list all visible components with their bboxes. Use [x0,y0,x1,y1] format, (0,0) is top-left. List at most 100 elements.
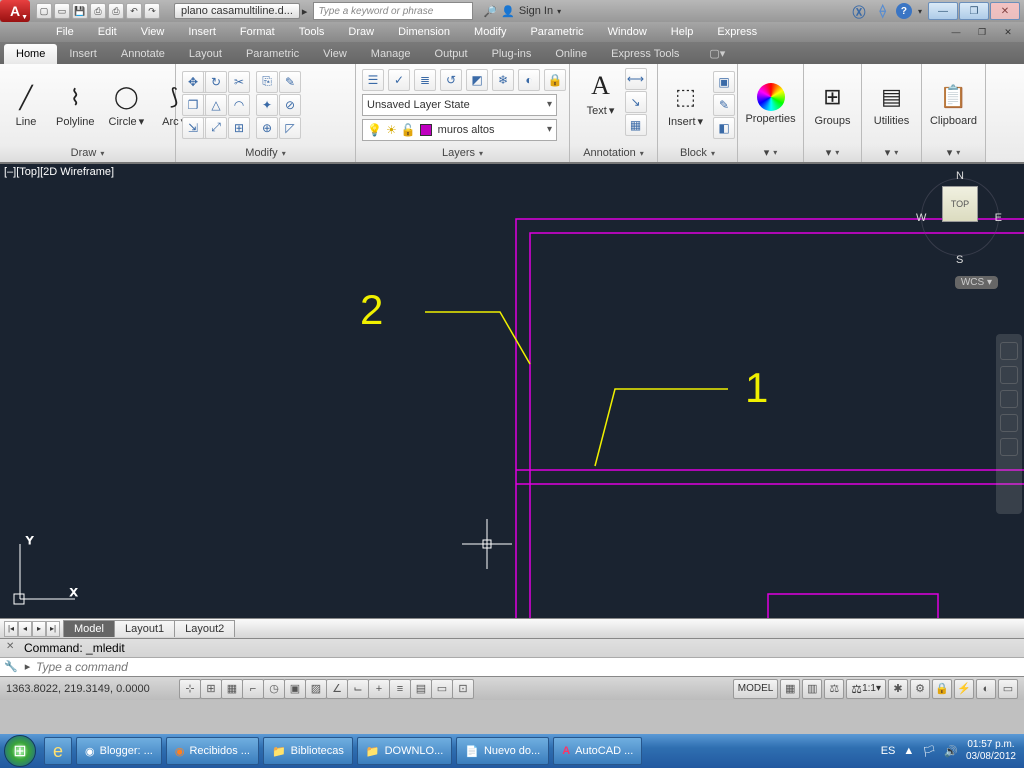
grid-disp-icon[interactable]: ▦ [780,679,800,699]
qview-icon[interactable]: ▥ [802,679,822,699]
autodesk360-icon[interactable]: ⟠ [876,3,890,19]
layer-freeze-icon[interactable]: ❄ [492,69,514,91]
wcs-label[interactable]: WCS ▾ [955,276,998,289]
sc-button[interactable]: ⊡ [452,679,474,699]
tab-express[interactable]: Express Tools [599,44,691,64]
lwt-button[interactable]: ≡ [389,679,411,699]
zoom-icon[interactable] [1000,390,1018,408]
utilities-button[interactable]: ▤Utilities [870,79,913,129]
help-icon[interactable]: ? [896,3,912,19]
snap-button[interactable]: ⊞ [200,679,222,699]
menu-edit[interactable]: Edit [86,24,129,40]
menu-draw[interactable]: Draw [336,24,386,40]
circle-button[interactable]: ◯Circle▾ [105,79,149,130]
panel-properties-label[interactable]: ▾ [738,144,803,162]
qat-saveas-icon[interactable]: ⎙ [90,3,106,19]
rotate-icon[interactable]: ↻ [205,71,227,93]
taskbar-explorer2[interactable]: 📁DOWNLO... [357,737,452,765]
tab-plugins[interactable]: Plug-ins [480,44,544,64]
layer-match-icon[interactable]: ≣ [414,69,436,91]
clipboard-button[interactable]: 📋Clipboard [926,79,981,129]
grid-button[interactable]: ▦ [221,679,243,699]
toolbar-lock-icon[interactable]: 🔒 [932,679,952,699]
qat-open-icon[interactable]: ▭ [54,3,70,19]
mirror-icon[interactable]: △ [205,94,227,116]
layout2-tab[interactable]: Layout2 [174,620,235,637]
doc-close-icon[interactable]: ✕ [996,25,1020,39]
copy-icon[interactable]: ❐ [182,94,204,116]
maximize-button[interactable]: ❐ [959,2,989,20]
isolate-icon[interactable]: ◐ [976,679,996,699]
qp-button[interactable]: ▭ [431,679,453,699]
panel-groups-label[interactable]: ▾ [804,144,861,162]
array-icon[interactable]: ⊞ [228,117,250,139]
dim-icon[interactable]: ⟷ [625,68,647,90]
text-button[interactable]: AText▾ [581,68,621,136]
layer-off-icon[interactable]: ◐ [518,69,540,91]
infocenter-search-input[interactable]: Type a keyword or phrase [313,2,473,20]
break-icon[interactable]: ⊘ [279,94,301,116]
layer-make-icon[interactable]: ✓ [388,69,410,91]
tpy-button[interactable]: ▤ [410,679,432,699]
trim-icon[interactable]: ✂ [228,71,250,93]
tab-online[interactable]: Online [543,44,599,64]
layer-state-combo[interactable]: Unsaved Layer State [362,94,557,116]
layer-properties-icon[interactable]: ☰ [362,69,384,91]
osnap-button[interactable]: ▣ [284,679,306,699]
menu-format[interactable]: Format [228,24,287,40]
menu-view[interactable]: View [129,24,177,40]
model-space-button[interactable]: MODEL [733,679,779,699]
qat-plot-icon[interactable]: ⎙ [108,3,124,19]
ann-scale-icon[interactable]: ⚖ [824,679,844,699]
lang-indicator[interactable]: ES [881,745,896,757]
tab-parametric[interactable]: Parametric [234,44,311,64]
edit-block-icon[interactable]: ✎ [713,94,735,116]
groups-button[interactable]: ⊞Groups [810,79,854,129]
annotation-scale[interactable]: ⚖ 1:1▾ [846,679,886,699]
qat-save-icon[interactable]: 💾 [72,3,88,19]
ducs-button[interactable]: ⌙ [347,679,369,699]
clock[interactable]: 01:57 p.m.03/08/2012 [966,739,1016,763]
fullnav-icon[interactable] [1000,342,1018,360]
tab-home[interactable]: Home [4,44,57,64]
tab-output[interactable]: Output [423,44,480,64]
menu-modify[interactable]: Modify [462,24,518,40]
menu-tools[interactable]: Tools [287,24,337,40]
tab-annotate[interactable]: Annotate [109,44,177,64]
tab-first-icon[interactable]: |◂ [4,621,18,637]
panel-modify-label[interactable]: Modify [176,145,355,162]
panel-draw-label[interactable]: Draw [0,145,175,162]
tab-layout[interactable]: Layout [177,44,234,64]
tab-view[interactable]: View [311,44,359,64]
menu-file[interactable]: File [44,24,86,40]
tab-last-icon[interactable]: ▸| [46,621,60,637]
move-icon[interactable]: ✥ [182,71,204,93]
layer-iso-icon[interactable]: ◩ [466,69,488,91]
ws-switch-icon[interactable]: ⚙ [910,679,930,699]
navigation-bar[interactable] [996,334,1022,514]
offset-icon[interactable]: ⎘ [256,71,278,93]
panel-clipboard-label[interactable]: ▾ [922,144,985,162]
help-dropdown-icon[interactable]: ▾ [918,7,922,16]
menu-dimension[interactable]: Dimension [386,24,462,40]
3dsnap-button[interactable]: ▨ [305,679,327,699]
showmotion-icon[interactable] [1000,438,1018,456]
clean-screen-icon[interactable]: ▭ [998,679,1018,699]
taskbar-chrome[interactable]: ◉Blogger: ... [76,737,162,765]
join-icon[interactable]: ⊕ [256,117,278,139]
tab-manage[interactable]: Manage [359,44,423,64]
taskbar-word[interactable]: 📄Nuevo do... [456,737,549,765]
layer-current-combo[interactable]: 💡☀🔓 muros altos [362,119,557,141]
taskbar-autocad[interactable]: AAutoCAD ... [553,737,642,765]
otrack-button[interactable]: ∠ [326,679,348,699]
create-block-icon[interactable]: ▣ [713,71,735,93]
line-button[interactable]: ╱Line [6,80,46,130]
tray-flag-icon[interactable]: ▲ [903,745,914,757]
app-menu-button[interactable]: A [0,0,30,22]
qat-redo-icon[interactable]: ↷ [144,3,160,19]
menu-help[interactable]: Help [659,24,706,40]
drawing-canvas[interactable]: [–][Top][2D Wireframe] 2 1 YX N [0,164,1024,618]
dyn-button[interactable]: + [368,679,390,699]
exchange-icon[interactable]: Ⓧ [849,2,870,21]
hw-accel-icon[interactable]: ⚡ [954,679,974,699]
